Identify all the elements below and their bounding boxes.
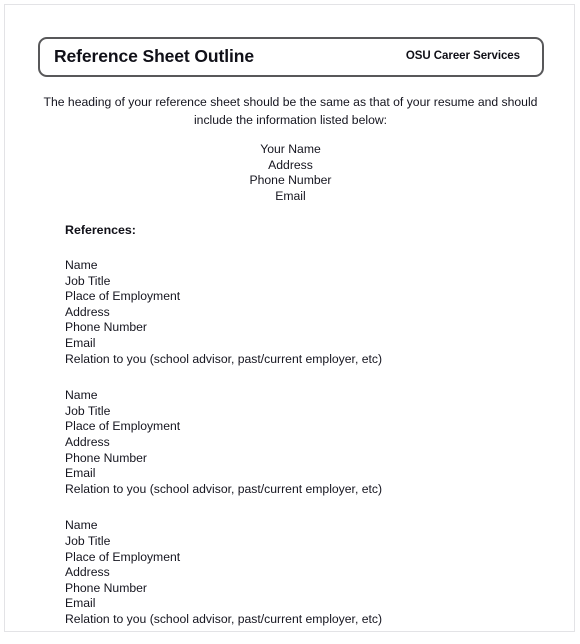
intro-paragraph: The heading of your reference sheet shou… (43, 95, 538, 127)
references-heading: References: (65, 223, 136, 237)
references-section: References: Name Job Title Place of Empl… (65, 223, 535, 627)
reference-field-phone: Phone Number (65, 450, 147, 465)
reference-field-place: Place of Employment (65, 549, 181, 564)
page-title: Reference Sheet Outline (54, 46, 254, 67)
reference-block: Name Job Title Place of Employment Addre… (65, 258, 535, 367)
title-banner: Reference Sheet Outline OSU Career Servi… (38, 37, 544, 77)
reference-field-email: Email (65, 596, 96, 611)
reference-field-job-title: Job Title (65, 403, 111, 418)
heading-sample-line-phone: Phone Number (249, 173, 332, 187)
reference-field-address: Address (65, 434, 110, 449)
heading-sample-block: Your Name Address Phone Number Email (35, 142, 546, 204)
reference-field-place: Place of Employment (65, 289, 181, 304)
organization-name: OSU Career Services (405, 50, 520, 63)
reference-field-name: Name (65, 258, 98, 272)
document-page: Reference Sheet Outline OSU Career Servi… (4, 4, 575, 632)
reference-field-place: Place of Employment (65, 419, 181, 434)
reference-field-name: Name (65, 518, 98, 533)
reference-field-email: Email (65, 466, 96, 481)
heading-sample-line-email: Email (275, 188, 306, 203)
reference-field-address: Address (65, 304, 110, 319)
reference-field-job-title: Job Title (65, 273, 111, 288)
reference-field-address: Address (65, 565, 110, 580)
reference-field-relation: Relation to you (school advisor, past/cu… (65, 481, 383, 496)
reference-field-phone: Phone Number (65, 580, 147, 595)
reference-block: Name Job Title Place of Employment Addre… (65, 518, 535, 627)
reference-field-email: Email (65, 335, 96, 350)
reference-field-name: Name (65, 388, 98, 403)
reference-field-relation: Relation to you (school advisor, past/cu… (65, 351, 383, 366)
reference-block: Name Job Title Place of Employment Addre… (65, 388, 535, 497)
heading-sample-line-address: Address (268, 157, 313, 172)
reference-field-job-title: Job Title (65, 533, 111, 548)
reference-field-phone: Phone Number (65, 320, 147, 335)
reference-field-relation: Relation to you (school advisor, past/cu… (65, 611, 383, 626)
heading-sample-line-name: Your Name (260, 142, 321, 156)
